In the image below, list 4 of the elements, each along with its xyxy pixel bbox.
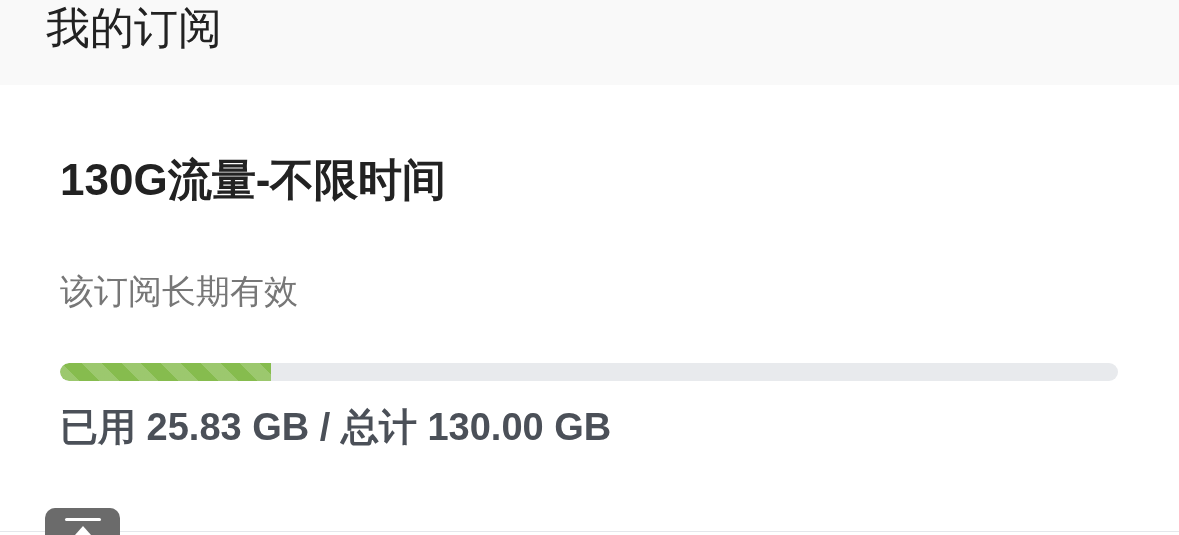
usage-text: 已用 25.83 GB / 总计 130.00 GB [60, 405, 612, 449]
validity-text: 该订阅长期有效 [60, 271, 298, 311]
plan-name: 130G流量-不限时间 [60, 155, 447, 205]
page-title: 我的订阅 [46, 4, 222, 52]
